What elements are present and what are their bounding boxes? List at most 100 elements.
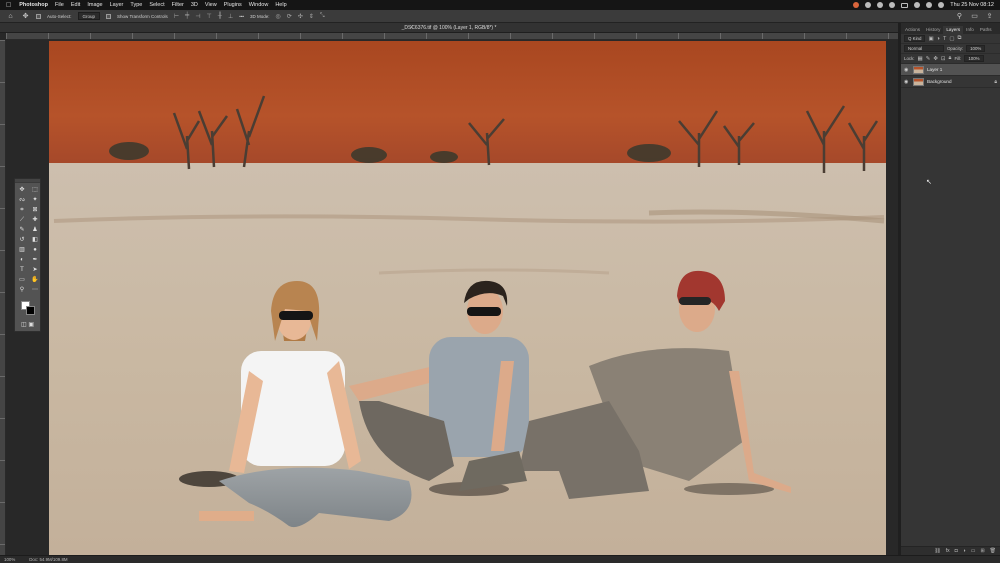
new-group-icon[interactable]: ▭ (971, 548, 976, 554)
menu-image[interactable]: Image (87, 2, 102, 8)
gradient-tool-icon[interactable]: ▥ (16, 246, 28, 255)
more-options-button[interactable]: ••• (239, 14, 244, 19)
auto-select-checkbox[interactable] (36, 13, 41, 19)
document-tab[interactable]: _DSC6376.tif @ 100% (Layer 1, RGB/8*) * (0, 23, 898, 33)
link-layers-icon[interactable]: ⛓ (934, 548, 940, 554)
menu-help[interactable]: Help (275, 2, 286, 8)
menu-3d[interactable]: 3D (191, 2, 198, 8)
menu-view[interactable]: View (205, 2, 217, 8)
close-tab-icon[interactable]: × (410, 23, 414, 33)
blend-mode-dropdown[interactable]: Normal (904, 45, 944, 52)
lasso-tool-icon[interactable]: ᔓ (16, 196, 28, 205)
control-center-icon[interactable] (938, 2, 945, 8)
home-icon[interactable]: ⌂ (6, 12, 15, 21)
transform-controls-checkbox[interactable] (106, 13, 112, 19)
menu-photoshop[interactable]: Photoshop (19, 2, 48, 8)
zoom-level[interactable]: 100% (4, 557, 15, 562)
lock-position-icon[interactable]: ✥ (933, 56, 938, 62)
layer-kind-filter[interactable]: Q Kind (904, 35, 926, 42)
filter-adjustment-icon[interactable]: ◑ (937, 36, 940, 42)
menu-select[interactable]: Select (149, 2, 164, 8)
search-icon[interactable] (926, 2, 933, 8)
3d-slide-icon[interactable]: ⇕ (309, 13, 314, 20)
horizontal-ruler[interactable] (6, 33, 898, 40)
wifi-icon[interactable] (914, 2, 921, 8)
filter-smart-object-icon[interactable]: ⧉ (958, 35, 962, 42)
hand-tool-icon[interactable]: ✋ (29, 276, 41, 285)
menu-window[interactable]: Window (249, 2, 269, 8)
battery-icon[interactable] (901, 2, 909, 8)
3d-scale-icon[interactable]: ⤡ (320, 13, 325, 20)
visibility-eye-icon[interactable]: ◉ (904, 67, 910, 73)
tab-history[interactable]: History (923, 26, 943, 34)
align-top-icon[interactable]: ⊤ (207, 13, 212, 20)
3d-pan-icon[interactable]: ✣ (298, 13, 303, 20)
align-right-icon[interactable]: ⊣ (195, 13, 200, 20)
notification-icon[interactable] (889, 2, 896, 8)
tab-layers[interactable]: Layers (943, 26, 964, 34)
add-mask-icon[interactable]: ◘ (955, 548, 958, 554)
brush-tool-icon[interactable]: ✎ (16, 226, 28, 235)
tab-info[interactable]: Info (963, 26, 977, 34)
eyedropper-tool-icon[interactable]: ⟋ (16, 216, 28, 225)
tab-paths[interactable]: Paths (977, 26, 995, 34)
magic-wand-tool-icon[interactable]: ✦ (29, 196, 41, 205)
move-tool-icon[interactable]: ✥ (21, 12, 30, 21)
sync-icon[interactable] (877, 2, 884, 8)
path-selection-tool-icon[interactable]: ➤ (29, 266, 41, 275)
menubar-clock[interactable]: Thu 25 Nov 08:12 (950, 2, 994, 8)
healing-brush-tool-icon[interactable]: ✚ (29, 216, 41, 225)
menu-layer[interactable]: Layer (110, 2, 124, 8)
type-tool-icon[interactable]: T (16, 266, 28, 275)
align-center-icon[interactable]: ╪ (185, 13, 189, 19)
eraser-tool-icon[interactable]: ◧ (29, 236, 41, 245)
dodge-tool-icon[interactable]: ◐ (16, 256, 28, 265)
menu-file[interactable]: File (55, 2, 64, 8)
align-middle-icon[interactable]: ╫ (218, 13, 222, 19)
layer-row-layer-1[interactable]: ◉ Layer 1 (901, 64, 1000, 76)
filter-shape-icon[interactable]: ▢ (949, 36, 954, 42)
auto-select-dropdown[interactable]: Group (77, 12, 101, 20)
shape-tool-icon[interactable]: ▭ (16, 276, 28, 285)
3d-orbit-icon[interactable]: ◎ (276, 13, 281, 20)
align-bottom-icon[interactable]: ⊥ (228, 13, 233, 20)
apple-icon[interactable]:  (6, 2, 11, 9)
menu-type[interactable]: Type (130, 2, 142, 8)
move-tool-icon[interactable]: ✥ (16, 186, 28, 195)
blur-tool-icon[interactable]: ● (29, 246, 41, 255)
lock-transparent-icon[interactable]: ▦ (918, 56, 923, 62)
visibility-eye-icon[interactable]: ◉ (904, 79, 910, 85)
layer-row-background[interactable]: ◉ Background 🔒︎ (901, 76, 1000, 88)
align-left-icon[interactable]: ⊢ (174, 13, 179, 20)
new-layer-icon[interactable]: ⊞ (980, 548, 984, 554)
filter-pixel-icon[interactable]: ▣ (928, 36, 933, 42)
filter-type-icon[interactable]: T (943, 36, 946, 42)
clone-stamp-tool-icon[interactable]: ♟ (29, 226, 41, 235)
delete-layer-icon[interactable]: 🗑︎ (990, 548, 996, 554)
lock-all-icon[interactable]: 🔒︎ (949, 55, 952, 62)
tab-actions[interactable]: Actions (902, 26, 923, 34)
search-icon[interactable]: ⚲ (955, 12, 964, 21)
menu-plugins[interactable]: Plugins (224, 2, 242, 8)
canvas-area[interactable] (6, 40, 898, 555)
3d-roll-icon[interactable]: ⟳ (287, 13, 292, 20)
marquee-tool-icon[interactable]: ⬚ (29, 186, 41, 195)
history-brush-tool-icon[interactable]: ↺ (16, 236, 28, 245)
more-tools-icon[interactable]: ⋯ (29, 286, 41, 295)
layer-style-icon[interactable]: fx (946, 548, 950, 554)
quick-mask-icon[interactable]: ◫ ▣ (21, 321, 34, 328)
lock-artboard-icon[interactable]: ⊡ (941, 56, 946, 62)
background-color-swatch[interactable] (26, 306, 35, 315)
adjustment-layer-icon[interactable]: ◑ (963, 548, 966, 554)
document-canvas[interactable] (49, 41, 886, 555)
opacity-field[interactable]: 100% (966, 45, 986, 52)
frame-tool-icon[interactable]: ⊠ (29, 206, 41, 215)
share-icon[interactable]: ⇪ (985, 12, 994, 21)
menu-filter[interactable]: Filter (172, 2, 184, 8)
document-size[interactable]: Doc: 54.9M/109.8M (29, 557, 67, 562)
pen-tool-icon[interactable]: ✒ (29, 256, 41, 265)
zoom-tool-icon[interactable]: ⚲ (16, 286, 28, 295)
menu-edit[interactable]: Edit (71, 2, 80, 8)
workspace-icon[interactable]: ▭ (970, 12, 979, 21)
account-icon[interactable] (865, 2, 872, 8)
